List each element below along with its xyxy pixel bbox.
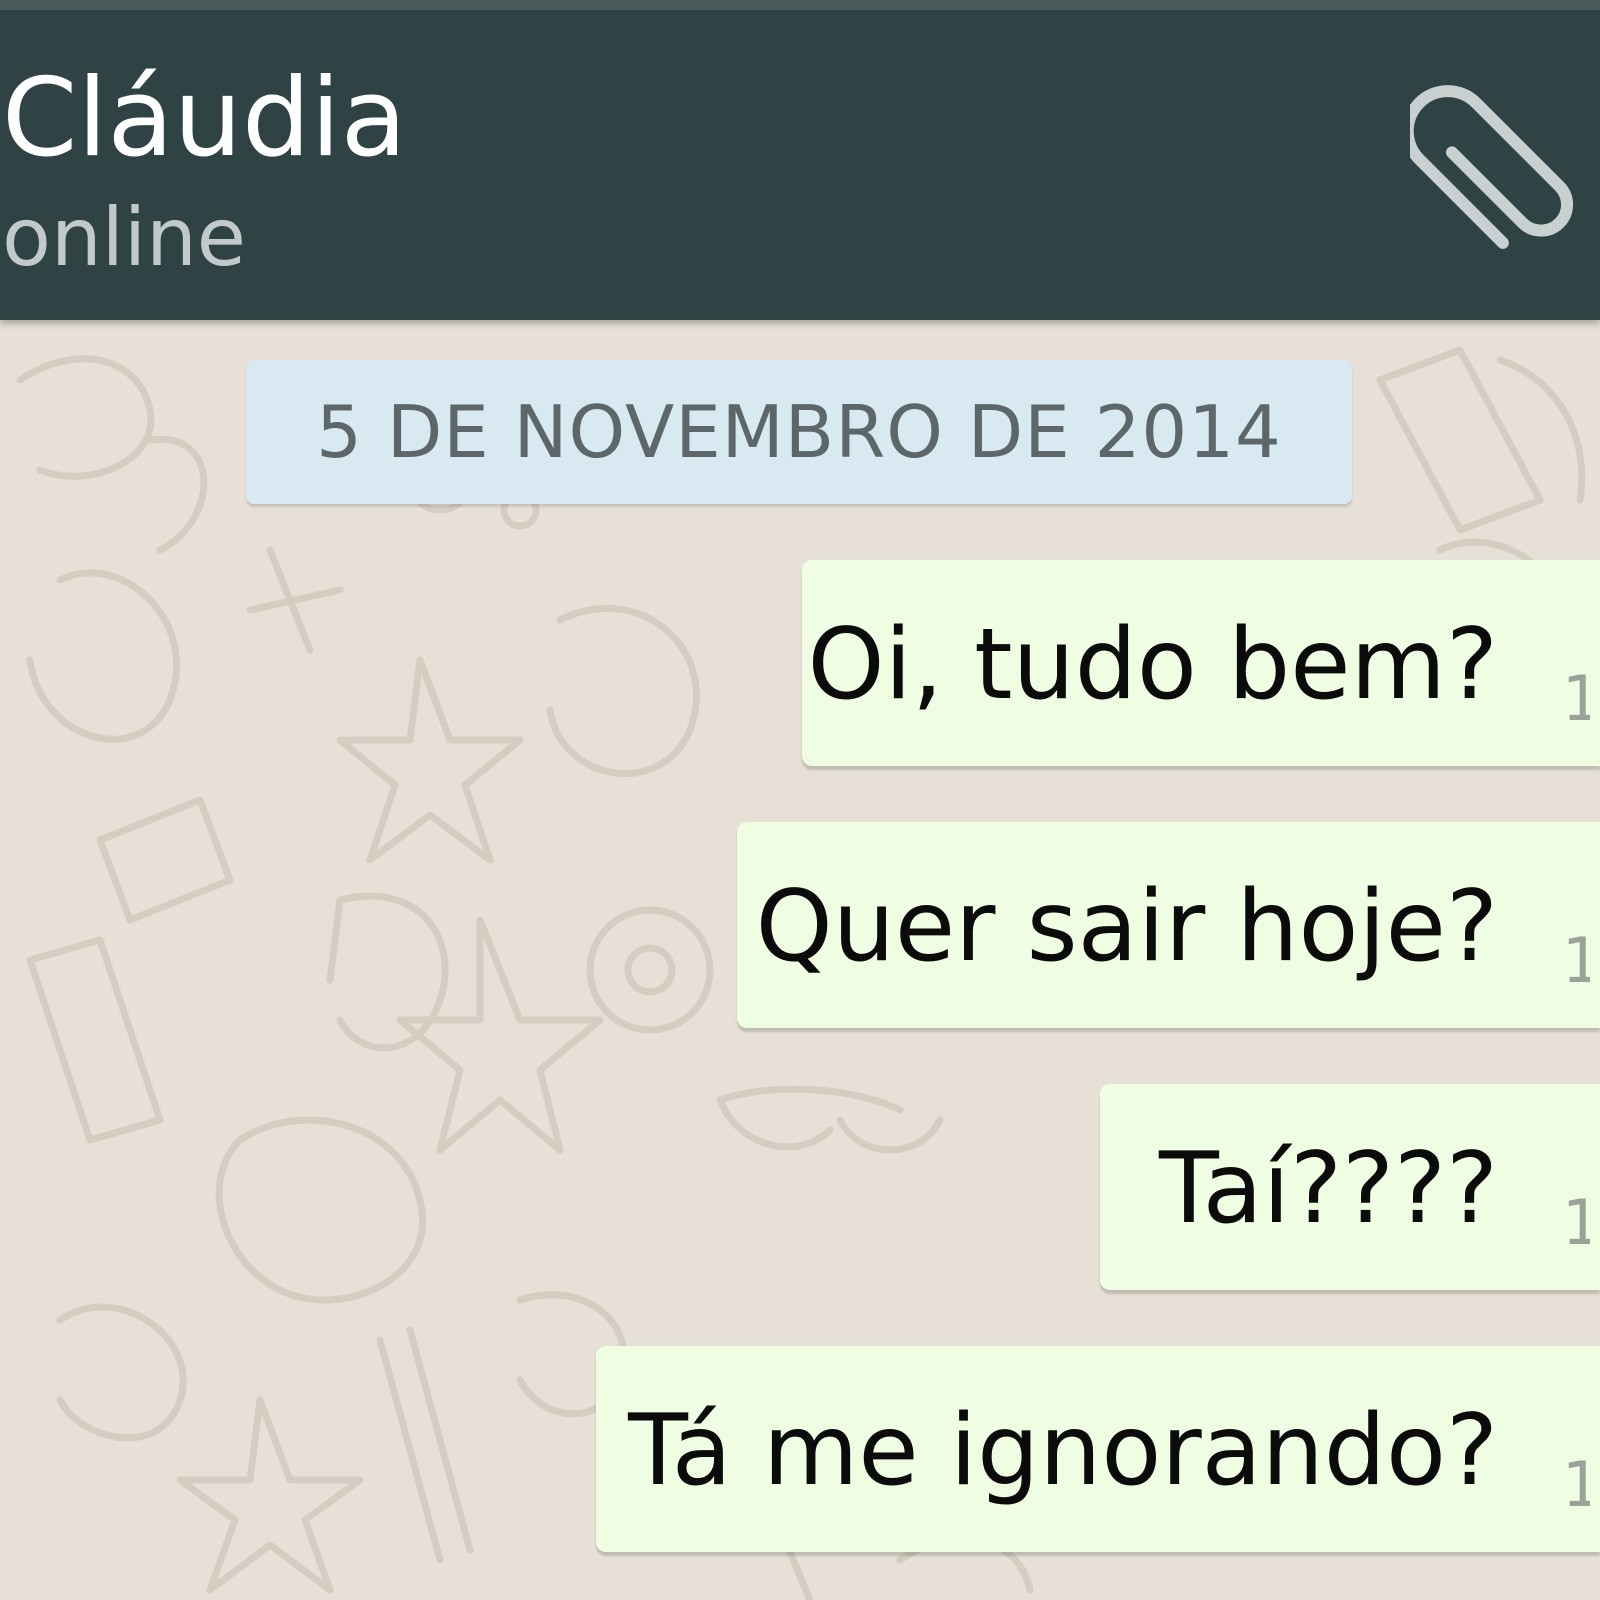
message-text: Oi, tudo bem? xyxy=(807,608,1499,722)
paperclip-icon xyxy=(1401,85,1574,249)
message-text: Taí???? xyxy=(1159,1132,1498,1246)
message-time: 1 xyxy=(1562,1450,1590,1520)
message-time: 1 xyxy=(1562,1188,1590,1258)
message-bubble[interactable]: Taí???? 1 xyxy=(1100,1084,1600,1290)
message-time: 1 xyxy=(1562,926,1590,996)
contact-status: online xyxy=(2,191,247,284)
message-list[interactable]: 5 DE NOVEMBRO DE 2014 Oi, tudo bem? 1 Qu… xyxy=(0,320,1600,1600)
message-bubble[interactable]: Tá me ignorando? 1 xyxy=(596,1346,1600,1552)
status-bar-edge xyxy=(0,0,1600,10)
message-bubble[interactable]: Quer sair hoje? 1 xyxy=(737,822,1600,1028)
message-bubble[interactable]: Oi, tudo bem? 1 xyxy=(802,560,1600,766)
message-time: 1 xyxy=(1562,664,1590,734)
message-text: Quer sair hoje? xyxy=(755,870,1498,984)
chat-screen: Cláudia online 5 DE NOVEMBRO DE 2014 Oi,… xyxy=(0,0,1600,1600)
message-text: Tá me ignorando? xyxy=(628,1394,1498,1508)
attach-button[interactable] xyxy=(1401,70,1600,270)
chat-header[interactable]: Cláudia online xyxy=(0,10,1600,320)
date-separator: 5 DE NOVEMBRO DE 2014 xyxy=(246,360,1352,504)
contact-name[interactable]: Cláudia xyxy=(2,54,407,184)
